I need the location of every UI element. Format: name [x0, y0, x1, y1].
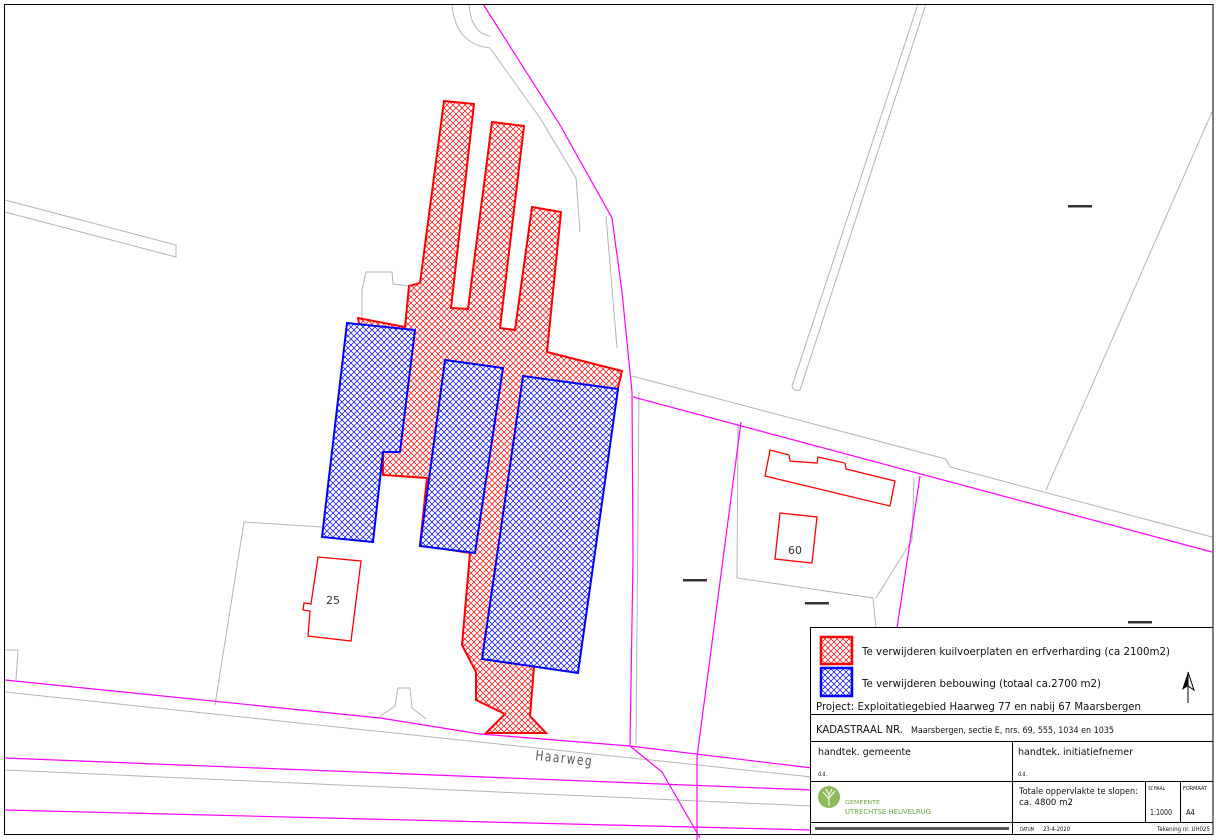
- scale-value: 1:1000: [1150, 808, 1172, 817]
- format-label: FORMAAT: [1183, 786, 1208, 792]
- legend-swatch-buildings: [819, 666, 854, 698]
- topographic-line: [5, 649, 19, 681]
- total-area-label: Totale oppervlakte te slopen:: [1018, 787, 1138, 797]
- topographic-line: [4, 691, 813, 778]
- kadastraal-label: KADASTRAAL NR.: [816, 723, 903, 736]
- topographic-line: [377, 687, 427, 720]
- road-label: Haarweg: [535, 748, 594, 770]
- legend-swatch-paving: [819, 635, 854, 666]
- topographic-line: [1045, 111, 1213, 491]
- date-value: 23-4-2020: [1043, 825, 1070, 833]
- parcel-id-label: [1128, 621, 1152, 624]
- signature-municipality-date: d.d.: [818, 771, 827, 778]
- topographic-line: [736, 423, 877, 629]
- topographic-line: [791, 3, 927, 391]
- signature-initiator-date: d.d.: [1018, 771, 1027, 778]
- legend-label-paving: Te verwijderen kuilvoerplaten en erfverh…: [861, 646, 1170, 658]
- format-value: A4: [1186, 808, 1195, 817]
- parcel-id-labels: [683, 205, 1152, 624]
- parcel-id-label: [805, 602, 829, 605]
- drawing-number: Tekening nr. UH025: [1156, 826, 1210, 833]
- topographic-line: [631, 375, 1213, 538]
- cadastral-boundary-line: [632, 396, 1213, 553]
- scale-label: SCHAAL: [1148, 786, 1166, 792]
- topographic-line: [4, 199, 177, 258]
- topographic-line: [4, 769, 813, 807]
- cadastral-boundary-line: [629, 745, 701, 839]
- signature-initiator-label: handtek. initiatiefnemer: [1018, 747, 1134, 758]
- date-caption: DATUM: [1020, 827, 1034, 833]
- topographic-line: [451, 3, 491, 49]
- signature-municipality-label: handtek. gemeente: [818, 747, 911, 758]
- site-map: 25 60 Haarweg Te verwijderen kuilvoerpla…: [4, 3, 1214, 840]
- parcel-id-label: [683, 579, 707, 582]
- disclaimer-fine-print: [815, 827, 1009, 830]
- legend-label-buildings: Te verwijderen bebouwing (totaal ca.2700…: [861, 678, 1101, 690]
- topographic-line: [468, 3, 491, 37]
- cadastral-boundary-line: [696, 421, 742, 840]
- cadastral-boundary-line: [4, 757, 813, 791]
- building-outline-long: [764, 449, 896, 507]
- house-number-25: 25: [326, 594, 340, 607]
- project-title: Project: Exploitatiegebied Haarweg 77 en…: [816, 701, 1141, 713]
- total-area-value: ca. 4800 m2: [1019, 798, 1073, 808]
- topographic-line: [214, 521, 323, 706]
- topographic-line: [361, 271, 410, 318]
- topographic-line: [635, 391, 640, 746]
- logo-line-1: GEMEENTE: [845, 800, 881, 806]
- cadastral-boundary-line: [896, 475, 921, 629]
- demolition-building-area-left: [320, 321, 417, 544]
- title-block: Te verwijderen kuilvoerplaten en erfverh…: [810, 627, 1214, 835]
- cadastral-boundary-line: [4, 809, 813, 831]
- house-number-60: 60: [788, 544, 802, 557]
- cadastral-boundary-line: [4, 679, 813, 769]
- parcel-id-label: [1068, 205, 1092, 208]
- logo-line-2: UTRECHTSE HEUVELRUG: [845, 808, 931, 816]
- topographic-line: [605, 215, 618, 349]
- kadastraal-value: Maarsbergen, sectie E, nrs. 69, 555, 103…: [911, 726, 1114, 736]
- tree-emblem-icon: [818, 786, 840, 808]
- topographic-line: [875, 477, 915, 599]
